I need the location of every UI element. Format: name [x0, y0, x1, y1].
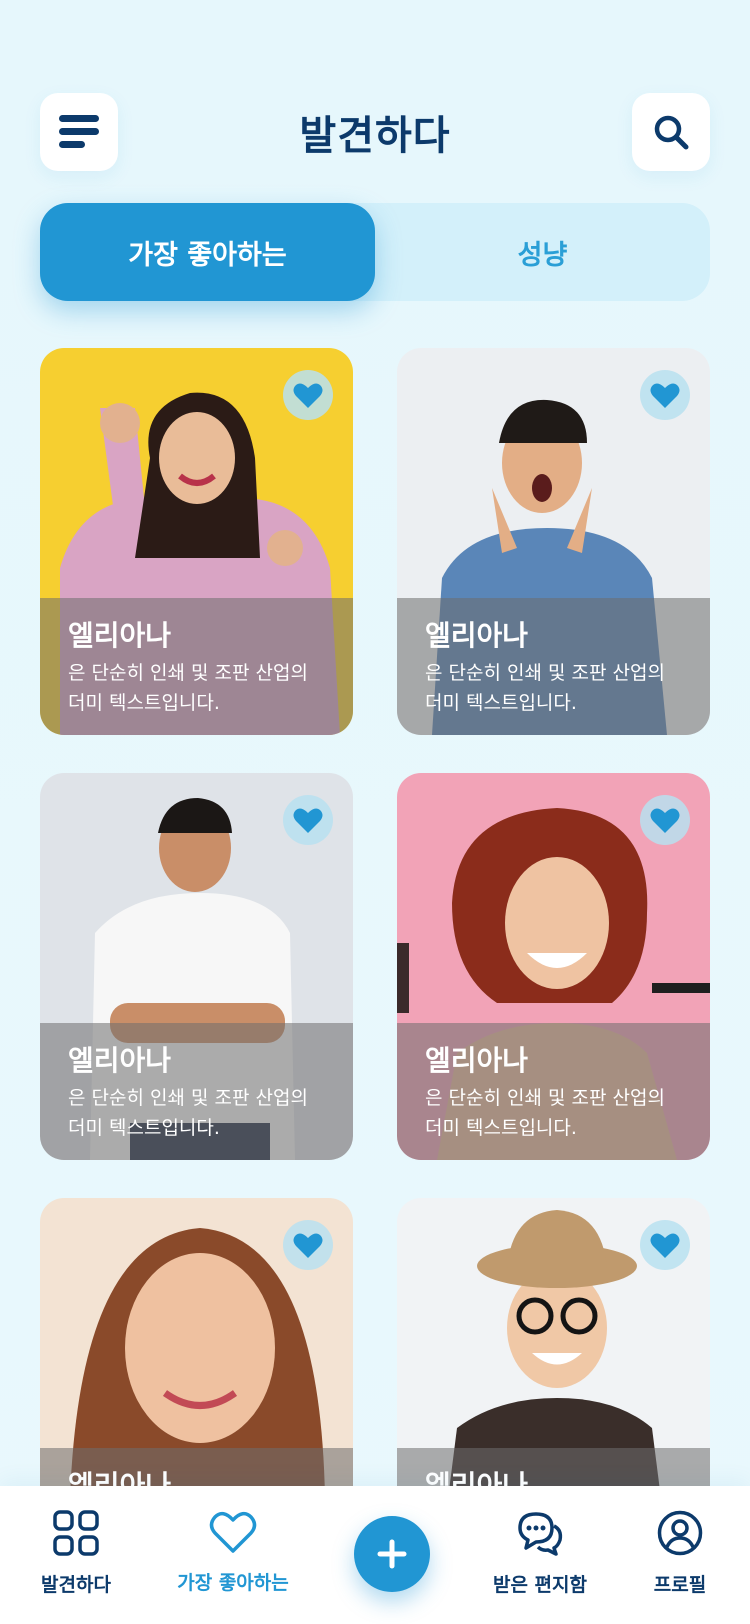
- grid-icon: [53, 1510, 99, 1556]
- profile-name: 엘리아나: [425, 619, 529, 652]
- profile-description: 은 단순히 인쇄 및 조판 산업의 더미 텍스트입니다.: [68, 662, 308, 714]
- add-button[interactable]: [354, 1516, 430, 1592]
- favorite-button[interactable]: [283, 795, 333, 845]
- nav-label: 받은 편지함: [492, 1574, 587, 1596]
- heart-icon: [650, 1233, 680, 1258]
- favorite-button[interactable]: [640, 1220, 690, 1270]
- heart-icon: [293, 1233, 323, 1258]
- heart-icon: [209, 1511, 257, 1553]
- profile-name: 엘리아나: [425, 1044, 529, 1077]
- favorite-button[interactable]: [640, 795, 690, 845]
- plus-icon: [377, 1539, 407, 1569]
- favorite-button[interactable]: [283, 1220, 333, 1270]
- heart-icon: [650, 808, 680, 833]
- nav-label: 프로필: [653, 1574, 707, 1596]
- tab-matches[interactable]: 성냥: [375, 203, 710, 301]
- profile-description: 은 단순히 인쇄 및 조판 산업의 더미 텍스트입니다.: [425, 1087, 665, 1139]
- profile-card[interactable]: 엘리아나 은 단순히 인쇄 및 조판 산업의 더미 텍스트입니다.: [397, 348, 710, 735]
- favorite-button[interactable]: [283, 370, 333, 420]
- user-icon: [657, 1510, 703, 1556]
- profile-card[interactable]: 엘리아나 은 단순히 인쇄 및 조판 산업의 더미 텍스트입니다.: [40, 773, 353, 1160]
- heart-icon: [293, 383, 323, 408]
- top-bar: 발견하다: [0, 0, 750, 180]
- nav-inbox[interactable]: 받은 편지함: [470, 1510, 610, 1597]
- heart-icon: [293, 808, 323, 833]
- favorite-button[interactable]: [640, 370, 690, 420]
- nav-favorites[interactable]: 가장 좋아하는: [163, 1510, 303, 1595]
- nav-profile[interactable]: 프로필: [610, 1510, 750, 1597]
- tab-favorites[interactable]: 가장 좋아하는: [40, 203, 375, 301]
- profile-description: 은 단순히 인쇄 및 조판 산업의 더미 텍스트입니다.: [425, 662, 665, 714]
- nav-discover[interactable]: 발견하다: [6, 1510, 146, 1597]
- profile-name: 엘리아나: [68, 619, 172, 652]
- search-icon: [654, 115, 689, 150]
- heart-icon: [650, 383, 680, 408]
- search-button[interactable]: [632, 93, 710, 171]
- segmented-control: 가장 좋아하는 성냥: [40, 203, 710, 301]
- nav-label: 가장 좋아하는: [177, 1572, 289, 1594]
- profile-description: 은 단순히 인쇄 및 조판 산업의 더미 텍스트입니다.: [68, 1087, 308, 1139]
- profile-card[interactable]: 엘리아나 은 단순히 인쇄 및 조판 산업의 더미 텍스트입니다.: [397, 773, 710, 1160]
- chat-icon: [518, 1512, 563, 1556]
- profile-name: 엘리아나: [68, 1044, 172, 1077]
- profile-card[interactable]: 엘리아나 은 단순히 인쇄 및 조판 산업의 더미 텍스트입니다.: [40, 348, 353, 735]
- nav-label: 발견하다: [41, 1574, 111, 1596]
